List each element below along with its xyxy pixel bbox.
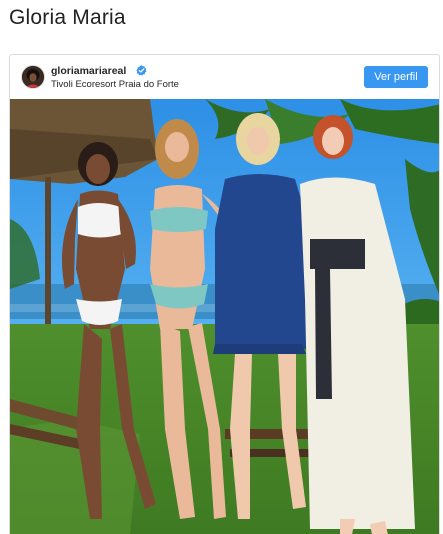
post-header: gloriamariareal Tivoli Ecoresort Praia d…	[10, 55, 439, 99]
username-link[interactable]: gloriamariareal	[51, 65, 126, 77]
view-profile-button[interactable]: Ver perfil	[364, 66, 428, 88]
post-photo[interactable]	[10, 99, 440, 534]
location-link[interactable]: Tivoli Ecoresort Praia do Forte	[51, 79, 179, 90]
instagram-embed: gloriamariareal Tivoli Ecoresort Praia d…	[9, 54, 440, 534]
page-title: Gloria Maria	[9, 6, 126, 29]
avatar[interactable]	[21, 65, 45, 89]
verified-badge-icon	[136, 65, 147, 76]
